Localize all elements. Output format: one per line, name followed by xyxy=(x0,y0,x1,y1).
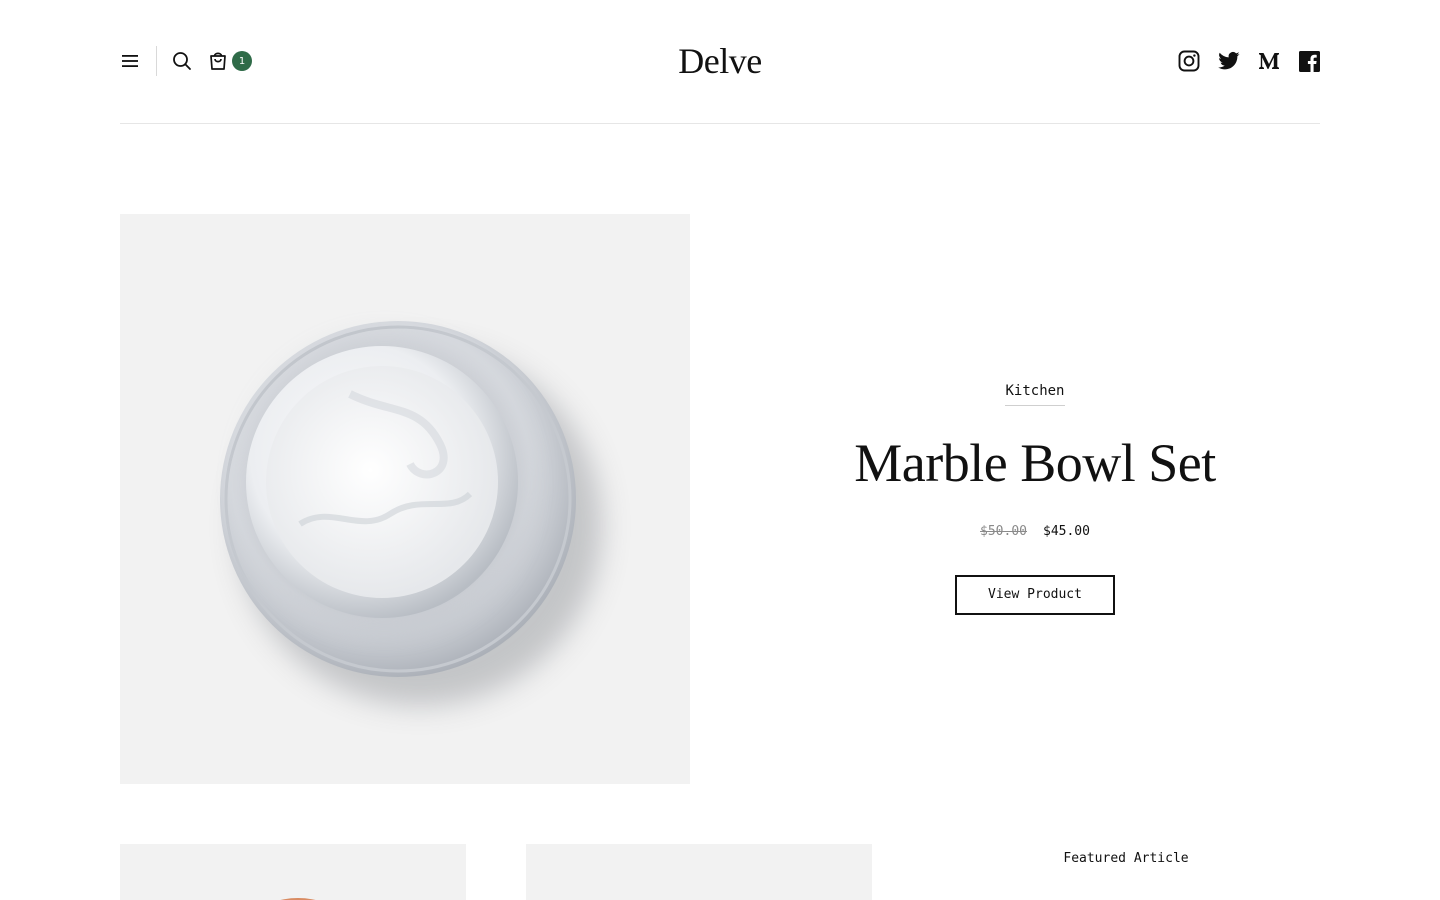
search-button[interactable] xyxy=(171,50,193,72)
medium-link[interactable] xyxy=(1258,50,1280,72)
view-product-button[interactable]: View Product xyxy=(955,575,1115,615)
product-card-image xyxy=(280,898,316,900)
marble-bowl-image xyxy=(220,321,602,706)
product-title: Marble Bowl Set xyxy=(854,433,1216,493)
site-header: 1 Delve xyxy=(120,0,1320,124)
instagram-icon xyxy=(1178,50,1200,72)
product-info: Kitchen Marble Bowl Set $50.00 $45.00 Vi… xyxy=(750,380,1320,615)
hamburger-menu-icon xyxy=(122,55,138,67)
featured-article-label: Featured Article xyxy=(1063,851,1189,866)
site-logo-wrapper: Delve xyxy=(120,40,1320,82)
menu-button[interactable] xyxy=(120,51,140,71)
medium-icon xyxy=(1259,53,1279,69)
product-image[interactable] xyxy=(120,214,690,784)
shopping-bag-icon xyxy=(210,52,226,70)
header-divider xyxy=(156,46,157,76)
facebook-icon xyxy=(1298,50,1320,72)
original-price: $50.00 xyxy=(980,524,1027,539)
product-card[interactable] xyxy=(526,844,872,900)
cart-button[interactable]: 1 xyxy=(207,50,252,72)
price-row: $50.00 $45.00 xyxy=(750,524,1320,539)
site-logo[interactable]: Delve xyxy=(678,41,762,81)
product-card[interactable] xyxy=(120,844,466,900)
header-left-controls: 1 xyxy=(120,46,252,76)
category-link[interactable]: Kitchen xyxy=(1005,383,1065,406)
social-links xyxy=(1160,50,1320,72)
instagram-link[interactable] xyxy=(1178,50,1200,72)
twitter-icon xyxy=(1218,52,1240,70)
sale-price: $45.00 xyxy=(1043,524,1090,539)
search-icon xyxy=(173,52,191,70)
facebook-link[interactable] xyxy=(1298,50,1320,72)
twitter-link[interactable] xyxy=(1218,50,1240,72)
cart-count-badge: 1 xyxy=(232,51,252,71)
